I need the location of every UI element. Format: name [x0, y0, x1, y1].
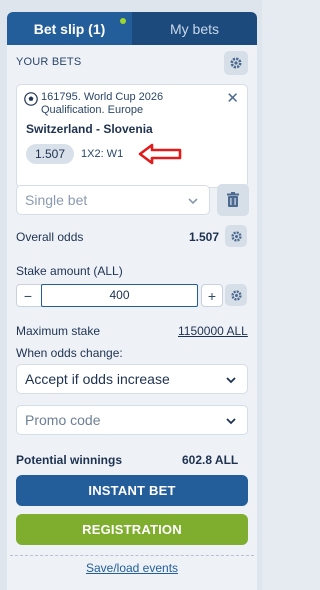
potential-winnings-label: Potential winnings	[16, 453, 123, 467]
tab-bar: Bet slip (1) My bets	[7, 12, 257, 45]
bet-type-value: Single bet	[25, 192, 88, 208]
potential-winnings-value: 602.8 ALL	[182, 453, 239, 467]
stake-input[interactable]: 400	[41, 284, 198, 307]
match-teams: Switzerland - Slovenia	[26, 122, 153, 136]
promo-code-placeholder: Promo code	[25, 412, 101, 428]
max-stake-link[interactable]: 1150000 ALL	[178, 324, 248, 338]
tab-my-bets-label: My bets	[169, 20, 219, 37]
tab-my-bets[interactable]: My bets	[132, 12, 257, 45]
promo-code-select[interactable]: Promo code	[16, 405, 248, 435]
notification-dot	[120, 18, 126, 24]
bet-type-select[interactable]: Single bet	[16, 185, 210, 215]
stake-minus-button[interactable]: −	[17, 285, 39, 306]
max-stake-label: Maximum stake	[16, 324, 101, 338]
stake-plus-button[interactable]: +	[201, 284, 223, 307]
red-arrow-annotation-icon	[138, 143, 182, 165]
overall-odds-value: 1.507	[189, 230, 220, 244]
save-load-link[interactable]: Save/load events	[7, 561, 257, 575]
bet-slip-frame: Bet slip (1) My bets YOUR BETS 161795. W…	[0, 0, 262, 590]
chevron-down-icon	[226, 377, 236, 384]
bet-slip-panel: Bet slip (1) My bets YOUR BETS 161795. W…	[7, 12, 257, 590]
market-label: 1X2: W1	[81, 148, 124, 160]
stake-stepper: − 400 +	[16, 284, 223, 307]
bet-card: 161795. World Cup 2026 Qualification. Eu…	[16, 84, 248, 188]
close-icon[interactable]: ✕	[226, 91, 239, 106]
divider	[10, 555, 254, 556]
tab-bet-slip[interactable]: Bet slip (1)	[7, 12, 132, 45]
odds-change-label: When odds change:	[16, 346, 123, 360]
event-description: 161795. World Cup 2026 Qualification. Eu…	[41, 91, 164, 116]
odds-change-select[interactable]: Accept if odds increase	[16, 364, 248, 394]
overall-odds-label: Overall odds	[16, 230, 84, 244]
save-load-label: Save/load events	[85, 561, 179, 575]
tab-bet-slip-label: Bet slip (1)	[33, 20, 106, 37]
odds-settings-gear-icon[interactable]	[225, 225, 247, 247]
your-bets-title: YOUR BETS	[16, 56, 82, 68]
trash-icon[interactable]	[217, 184, 249, 216]
football-icon	[24, 92, 38, 106]
settings-gear-icon[interactable]	[224, 51, 248, 75]
instant-bet-button[interactable]: INSTANT BET	[16, 475, 248, 506]
chevron-down-icon	[226, 418, 236, 425]
odds-change-value: Accept if odds increase	[25, 371, 170, 387]
odds-pill: 1.507	[26, 144, 74, 164]
stake-label: Stake amount (ALL)	[16, 264, 123, 278]
chevron-down-icon	[188, 198, 198, 205]
registration-button[interactable]: REGISTRATION	[16, 514, 248, 545]
stake-settings-gear-icon[interactable]	[225, 284, 247, 306]
